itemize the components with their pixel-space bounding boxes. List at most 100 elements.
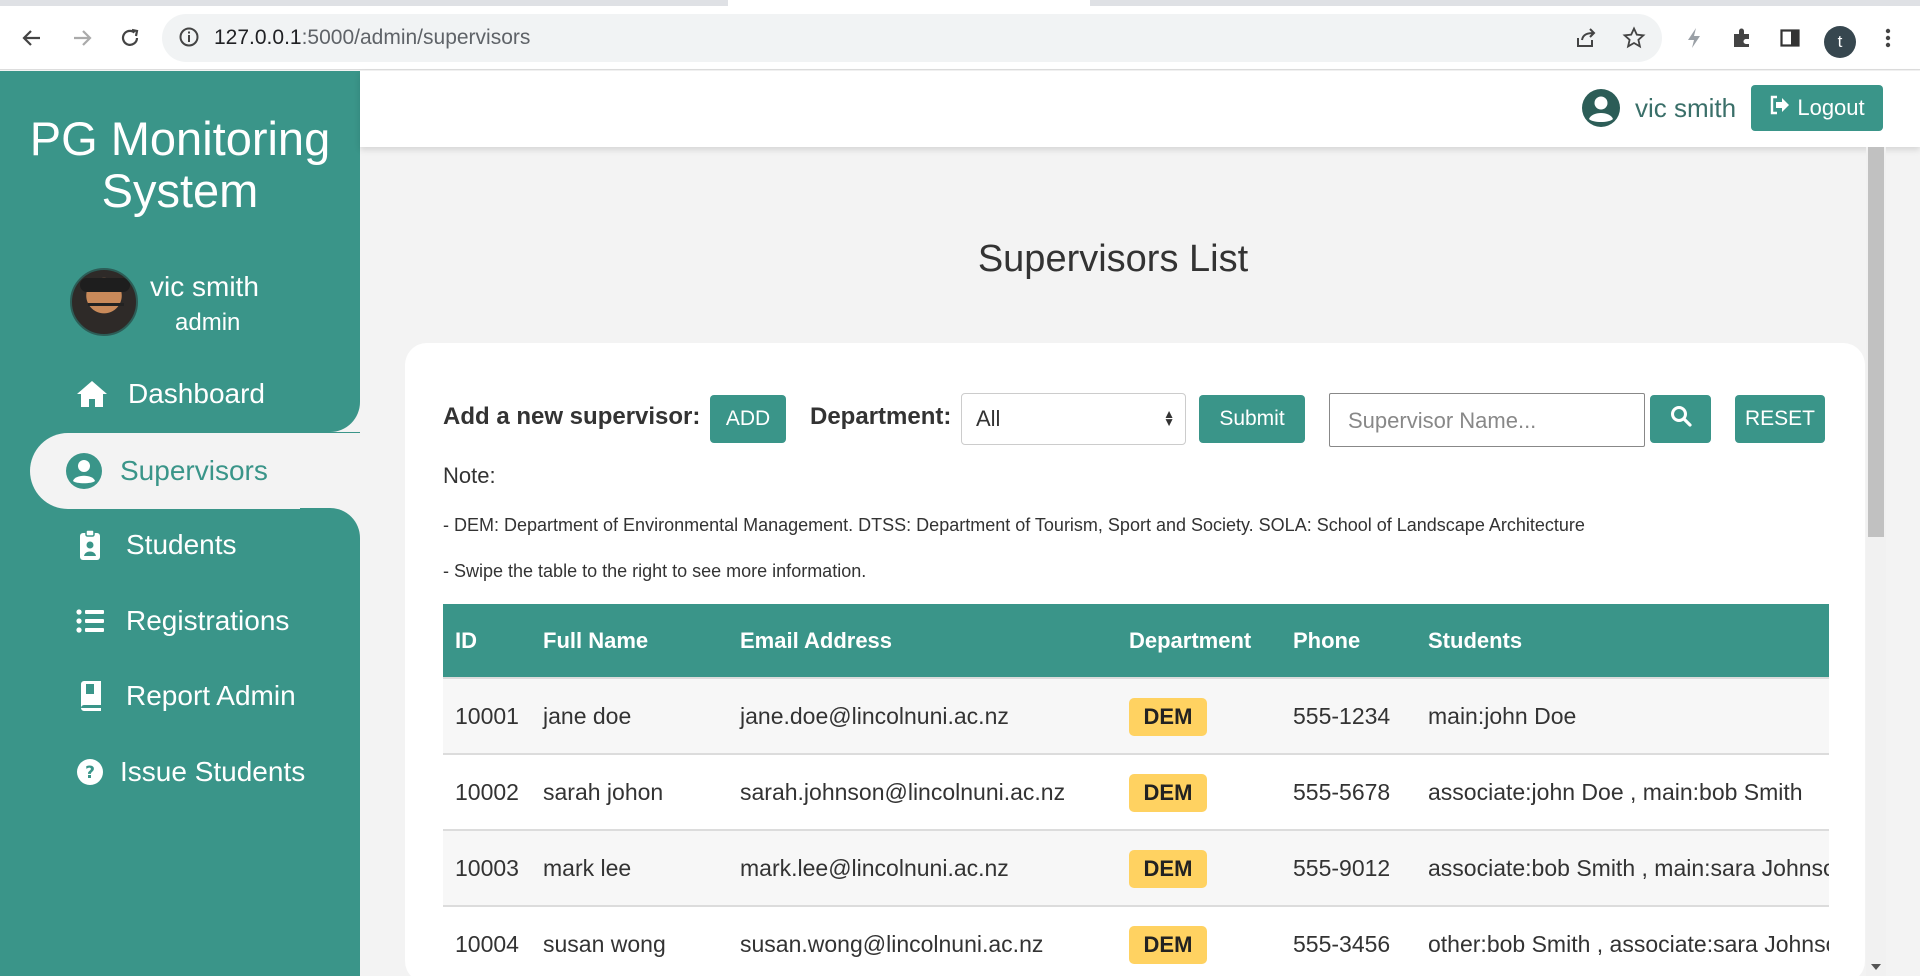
cell-full-name: susan wong: [543, 931, 666, 957]
sidebar-item-label: Supervisors: [120, 455, 268, 486]
note-title: Note:: [443, 463, 496, 488]
note-line-1: - DEM: Department of Environmental Manag…: [443, 515, 1585, 535]
department-badge: DEM: [1129, 698, 1207, 736]
cell-email: jane.doe@lincolnuni.ac.nz: [740, 703, 1009, 729]
url-host: 127.0.0.1: [214, 26, 302, 49]
col-header-phone[interactable]: Phone: [1293, 628, 1360, 654]
browser-toolbar: 127.0.0.1:5000/admin/supervisors t: [0, 6, 1920, 70]
list-icon: [72, 603, 108, 639]
cell-phone: 555-9012: [1293, 855, 1391, 881]
note-line-2: - Swipe the table to the right to see mo…: [443, 561, 867, 581]
cell-email: sarah.johnson@lincolnuni.ac.nz: [740, 779, 1066, 805]
department-badge: DEM: [1129, 850, 1207, 888]
logout-icon: [1769, 95, 1791, 121]
table-header: ID Full Name Email Address Department Ph…: [443, 604, 1829, 677]
sidebar-item-supervisors[interactable]: Supervisors: [30, 433, 360, 509]
add-button[interactable]: ADD: [710, 395, 786, 443]
side-panel-icon[interactable]: [1772, 20, 1808, 56]
lightning-icon[interactable]: [1676, 20, 1712, 56]
cell-phone: 555-1234: [1293, 703, 1391, 729]
sidebar-item-label: Report Admin: [126, 680, 296, 711]
home-icon: [74, 376, 110, 412]
sidebar-item-report-admin[interactable]: Report Admin: [0, 658, 360, 734]
cell-id: 10002: [455, 779, 519, 805]
scroll-down-icon[interactable]: [1871, 964, 1881, 970]
cell-students: main:john Doe: [1428, 703, 1577, 729]
cell-students: associate:john Doe , main:bob Smith: [1428, 779, 1803, 805]
extensions-icon[interactable]: [1724, 20, 1760, 56]
avatar: [70, 268, 138, 336]
sidebar-user-name: vic smith: [150, 271, 259, 302]
sidebar-item-label: Issue Students: [120, 756, 306, 787]
table-row[interactable]: 10003 mark lee mark.lee@lincolnuni.ac.nz…: [443, 829, 1829, 905]
page-scrollbar[interactable]: [1866, 147, 1886, 976]
supervisor-search-input[interactable]: Supervisor Name...: [1329, 393, 1645, 447]
profile-avatar[interactable]: t: [1824, 26, 1856, 58]
cell-full-name: jane doe: [543, 703, 632, 729]
share-icon[interactable]: [1574, 26, 1598, 54]
address-bar[interactable]: 127.0.0.1:5000/admin/supervisors: [162, 14, 1662, 62]
submit-button[interactable]: Submit: [1199, 395, 1305, 443]
logout-label: Logout: [1797, 95, 1865, 120]
nav-curve: [300, 392, 360, 432]
add-supervisor-label: Add a new supervisor:: [443, 403, 701, 430]
col-header-department[interactable]: Department: [1129, 628, 1251, 654]
menu-dots-icon[interactable]: [1870, 20, 1906, 56]
sidebar-user-role: admin: [175, 309, 241, 336]
department-select[interactable]: All ▲ ▼: [961, 393, 1186, 445]
forward-icon[interactable]: [64, 20, 100, 56]
sidebar-item-registrations[interactable]: Registrations: [0, 583, 360, 659]
reload-icon[interactable]: [112, 20, 148, 56]
department-label: Department:: [810, 403, 952, 430]
top-header: vic smith Logout: [360, 71, 1920, 147]
table-row[interactable]: 10002 sarah johon sarah.johnson@lincolnu…: [443, 753, 1829, 829]
scrollbar-thumb[interactable]: [1868, 147, 1884, 537]
svg-text:?: ?: [85, 763, 95, 783]
col-header-email[interactable]: Email Address: [740, 628, 892, 654]
department-selected-value: All: [976, 406, 1001, 431]
search-icon: [1670, 405, 1692, 433]
cell-id: 10003: [455, 855, 519, 881]
url-text[interactable]: 127.0.0.1:5000/admin/supervisors: [214, 26, 530, 50]
sidebar-item-label: Students: [126, 529, 237, 560]
url-path: :5000/admin/supervisors: [301, 26, 531, 49]
brand-line-2: System: [101, 164, 259, 217]
user-circle-icon: [66, 453, 102, 489]
logout-button[interactable]: Logout: [1751, 85, 1883, 131]
user-circle-icon: [1582, 89, 1620, 131]
header-user-name: vic smith: [1635, 93, 1737, 123]
id-badge-icon: [72, 527, 108, 563]
cell-email: mark.lee@lincolnuni.ac.nz: [740, 855, 1009, 881]
book-icon: [72, 678, 108, 714]
cell-students: associate:bob Smith , main:sara Johnson: [1428, 855, 1829, 881]
brand-line-1: PG Monitoring: [29, 112, 331, 165]
table-row[interactable]: 10001 jane doe jane.doe@lincolnuni.ac.nz…: [443, 677, 1829, 753]
question-circle-icon: ?: [72, 754, 108, 790]
site-info-icon[interactable]: [178, 26, 200, 52]
col-header-full-name[interactable]: Full Name: [543, 628, 648, 654]
cell-id: 10004: [455, 931, 519, 957]
bookmark-star-icon[interactable]: [1622, 26, 1646, 54]
col-header-students[interactable]: Students: [1428, 628, 1522, 654]
cell-students: other:bob Smith , associate:sara Johnson: [1428, 931, 1829, 957]
reset-button[interactable]: RESET: [1735, 395, 1825, 443]
sidebar-item-students[interactable]: Students: [0, 507, 360, 583]
supervisors-table[interactable]: ID Full Name Email Address Department Ph…: [443, 604, 1829, 976]
department-badge: DEM: [1129, 774, 1207, 812]
search-button[interactable]: [1650, 395, 1711, 443]
cell-id: 10001: [455, 703, 519, 729]
sidebar-item-label: Dashboard: [128, 378, 265, 409]
page-title: Supervisors List: [977, 238, 1249, 280]
sidebar: PG Monitoring System vic smith admin Das…: [0, 71, 360, 976]
select-caret-icon: ▲ ▼: [1163, 407, 1175, 429]
brand-title: PG Monitoring System: [0, 113, 360, 217]
table-row[interactable]: 10004 susan wong susan.wong@lincolnuni.a…: [443, 905, 1829, 976]
cell-phone: 555-5678: [1293, 779, 1391, 805]
sidebar-item-issue-students[interactable]: ? Issue Students: [0, 734, 360, 810]
department-badge: DEM: [1129, 926, 1207, 964]
back-icon[interactable]: [14, 20, 50, 56]
col-header-id[interactable]: ID: [455, 628, 477, 654]
cell-phone: 555-3456: [1293, 931, 1391, 957]
cell-full-name: sarah johon: [543, 779, 664, 805]
cell-full-name: mark lee: [543, 855, 632, 881]
